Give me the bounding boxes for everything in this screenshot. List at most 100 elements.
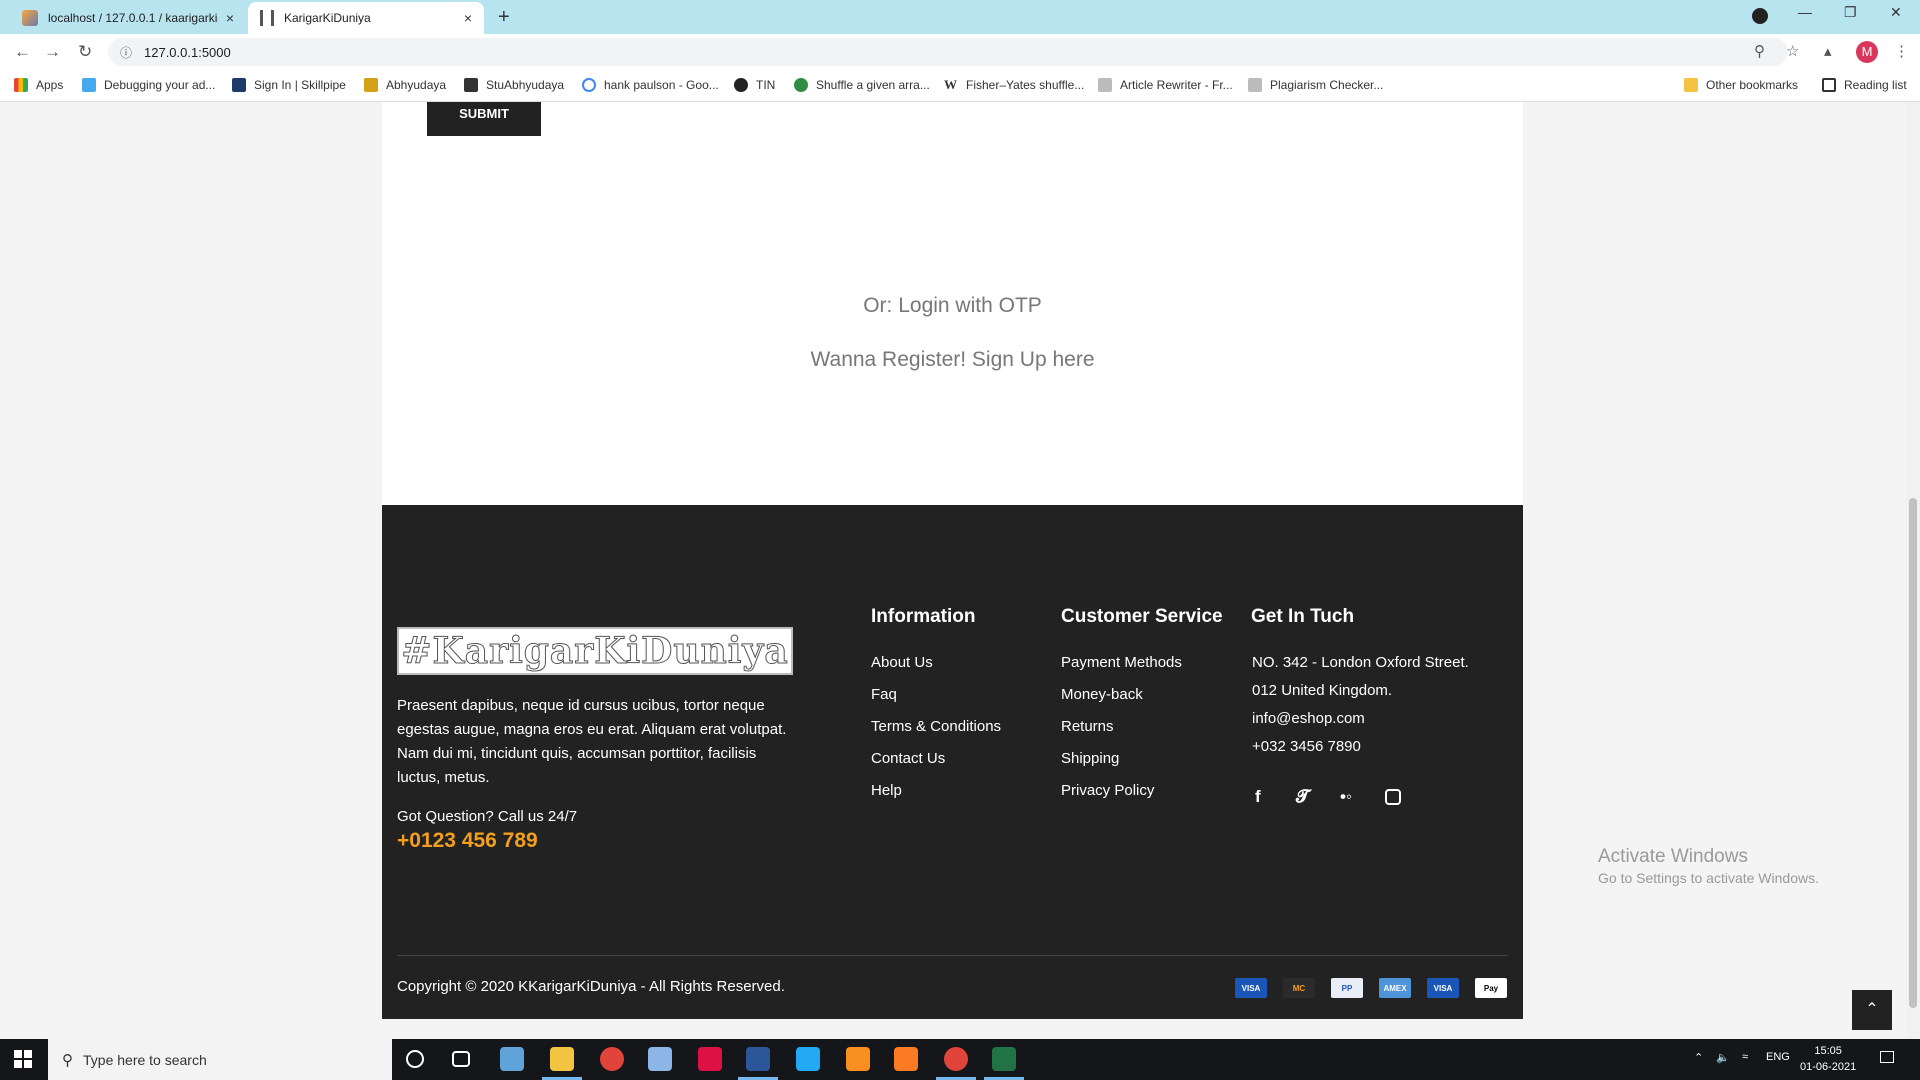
signup-link[interactable]: Wanna Register! Sign Up here [382, 348, 1523, 372]
bookmark-skillpipe[interactable]: Sign In | Skillpipe [232, 78, 346, 92]
extensions-icon[interactable]: ▴ [1824, 42, 1832, 60]
login-otp-link[interactable]: Or: Login with OTP [382, 294, 1523, 318]
tab-localhost[interactable]: localhost / 127.0.0.1 / kaarigarkid × [10, 2, 246, 34]
folder-icon [1684, 78, 1698, 92]
profile-dropdown-icon[interactable] [1752, 8, 1768, 24]
tab-karigarkiduniya[interactable]: KarigarKiDuniya × [248, 2, 484, 34]
cortana-icon[interactable] [406, 1050, 424, 1068]
word-icon[interactable] [746, 1047, 770, 1071]
google-icon [582, 78, 596, 92]
back-to-top-button[interactable]: ⌃ [1852, 990, 1892, 1030]
bookmark-label: hank paulson - Goo... [604, 78, 719, 92]
facebook-icon[interactable]: f [1255, 787, 1261, 807]
activate-windows-subtitle: Go to Settings to activate Windows. [1598, 870, 1819, 886]
scrollbar-thumb[interactable] [1909, 498, 1917, 1008]
visa-card-icon: VISA [1235, 978, 1267, 998]
taskbar-clock[interactable]: 15:05 01-06-2021 [1800, 1043, 1856, 1075]
site-favicon-icon [260, 10, 274, 26]
menu-icon[interactable]: ⋮ [1894, 42, 1909, 60]
notifications-icon[interactable] [1880, 1051, 1894, 1063]
search-placeholder: Type here to search [83, 1051, 207, 1068]
submit-button[interactable]: SUBMIT [427, 102, 541, 136]
bookmark-apps[interactable]: Apps [14, 78, 63, 92]
link-terms[interactable]: Terms & Conditions [871, 718, 1001, 750]
site-info-icon[interactable]: ⓘ [120, 44, 136, 61]
bookmarks-bar: Apps Debugging your ad... Sign In | Skil… [0, 70, 1920, 102]
sublime-icon[interactable] [846, 1047, 870, 1071]
link-returns[interactable]: Returns [1061, 718, 1182, 750]
windows-taskbar: ⚲ Type here to search ⌃ 🔈 ≈ ENG 15:05 01… [0, 1039, 1920, 1080]
chrome-active-icon[interactable] [944, 1047, 968, 1071]
bookmark-wikipedia[interactable]: W Fisher–Yates shuffle... [944, 77, 1084, 93]
tray-expand-icon[interactable]: ⌃ [1694, 1051, 1703, 1064]
xampp-icon[interactable] [894, 1047, 918, 1071]
pixel-app-icon[interactable] [698, 1047, 722, 1071]
address-line-1: NO. 342 - London Oxford Street. [1252, 654, 1469, 671]
wikipedia-icon: W [944, 77, 957, 92]
support-phone[interactable]: +0123 456 789 [397, 829, 538, 853]
gfg-icon [794, 78, 808, 92]
contact-email[interactable]: info@eshop.com [1252, 710, 1365, 727]
language-indicator[interactable]: ENG [1766, 1051, 1790, 1063]
file-explorer-icon[interactable] [550, 1047, 574, 1071]
link-contact-us[interactable]: Contact Us [871, 750, 1001, 782]
link-help[interactable]: Help [871, 782, 1001, 814]
volume-muted-icon[interactable]: 🔈 [1716, 1051, 1730, 1064]
clock-time: 15:05 [1814, 1045, 1842, 1057]
link-shipping[interactable]: Shipping [1061, 750, 1182, 782]
link-faq[interactable]: Faq [871, 686, 1001, 718]
bookmark-plagiarism[interactable]: Plagiarism Checker... [1248, 78, 1383, 92]
wifi-icon[interactable]: ≈ [1742, 1051, 1748, 1063]
excel-icon[interactable] [992, 1047, 1016, 1071]
bookmark-label: TIN [756, 78, 776, 92]
bookmark-stuabhyudaya[interactable]: StuAbhyudaya [464, 78, 564, 92]
bookmark-label: StuAbhyudaya [486, 78, 565, 92]
browser-toolbar: ← → ↻ ⓘ 127.0.0.1:5000 ⚲ ☆ ▴ M ⋮ [0, 34, 1920, 70]
chrome-icon[interactable] [600, 1047, 624, 1071]
forward-icon[interactable]: → [44, 42, 61, 62]
globe-icon [734, 78, 748, 92]
vscode-icon[interactable] [796, 1047, 820, 1071]
bookmark-debugging[interactable]: Debugging your ad... [82, 78, 215, 92]
new-tab-button[interactable]: + [498, 6, 510, 29]
instagram-icon[interactable] [1385, 789, 1401, 805]
footer-logo[interactable]: #KarigarKiDuniya [397, 627, 793, 675]
close-tab-icon[interactable]: × [226, 10, 234, 26]
paypal-icon: PP [1331, 978, 1363, 998]
link-money-back[interactable]: Money-back [1061, 686, 1182, 718]
bookmark-tin[interactable]: TIN [734, 78, 775, 92]
profile-avatar[interactable]: M [1856, 41, 1878, 63]
link-payment-methods[interactable]: Payment Methods [1061, 654, 1182, 686]
twitter-icon[interactable]: 𝓣 [1296, 787, 1309, 807]
close-tab-icon[interactable]: × [464, 10, 472, 26]
bookmark-abhyudaya[interactable]: Abhyudaya [364, 78, 446, 92]
bookmark-reading-list[interactable]: Reading list [1822, 78, 1907, 92]
flickr-icon[interactable]: •◦ [1340, 787, 1352, 807]
contact-phone[interactable]: +032 3456 7890 [1252, 738, 1361, 755]
bookmark-star-icon[interactable]: ☆ [1786, 42, 1799, 60]
call-label: Got Question? Call us 24/7 [397, 808, 578, 825]
link-about-us[interactable]: About Us [871, 654, 1001, 686]
taskbar-search[interactable]: ⚲ Type here to search [48, 1039, 392, 1080]
minimize-icon[interactable]: — [1798, 4, 1812, 20]
bookmark-article-rewriter[interactable]: Article Rewriter - Fr... [1098, 78, 1233, 92]
close-window-icon[interactable]: ✕ [1890, 4, 1902, 21]
task-view-icon[interactable] [452, 1051, 470, 1067]
key-icon[interactable]: ⚲ [1754, 42, 1765, 60]
reload-icon[interactable]: ↻ [78, 42, 92, 62]
sst-icon [1248, 78, 1262, 92]
paint-icon[interactable] [500, 1047, 524, 1071]
page-scrollbar[interactable] [1906, 102, 1920, 1039]
windows-start-icon[interactable] [14, 1050, 32, 1068]
link-privacy-policy[interactable]: Privacy Policy [1061, 782, 1182, 814]
activate-windows-title: Activate Windows [1598, 846, 1748, 867]
address-bar[interactable]: ⓘ 127.0.0.1:5000 [108, 38, 1788, 66]
back-icon[interactable]: ← [14, 42, 31, 62]
bookmark-google-search[interactable]: hank paulson - Goo... [582, 78, 719, 92]
bookmark-other[interactable]: Other bookmarks [1684, 78, 1798, 92]
abhyudaya-icon [364, 78, 378, 92]
virtualbox-icon[interactable] [648, 1047, 672, 1071]
restore-icon[interactable]: ❐ [1844, 4, 1857, 21]
bookmark-shuffle[interactable]: Shuffle a given arra... [794, 78, 930, 92]
bookmark-label: Other bookmarks [1706, 78, 1799, 92]
